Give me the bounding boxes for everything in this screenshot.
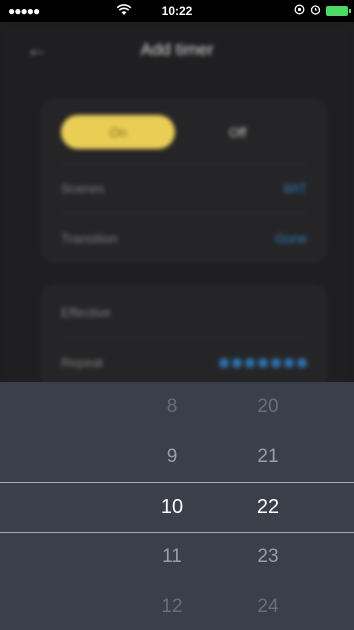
hour-option-selected[interactable]: 10	[132, 482, 212, 532]
hour-option[interactable]: 11	[132, 532, 212, 582]
scenes-value: WIT	[283, 181, 307, 196]
hour-option[interactable]: 9	[132, 432, 212, 482]
toggle-on-button[interactable]: On	[61, 115, 175, 149]
time-picker[interactable]: 8 9 10 11 12 20 21 22 23 24	[0, 382, 354, 630]
add-timer-screen: ← Add timer On Off Scenes WIT Transition…	[0, 22, 354, 406]
toggle-on-label: On	[109, 124, 127, 140]
day-dot[interactable]	[258, 357, 268, 368]
status-right	[294, 4, 351, 18]
timer-action-card: On Off Scenes WIT Transition Gone	[42, 100, 326, 262]
wifi-icon	[116, 3, 132, 20]
effective-row[interactable]: Effective	[61, 287, 307, 337]
transition-value: Gone	[275, 231, 307, 246]
location-icon	[294, 4, 305, 18]
status-time-wrap: 10:22	[162, 4, 193, 18]
day-dot[interactable]	[219, 357, 229, 368]
scenes-row[interactable]: Scenes WIT	[61, 163, 307, 213]
day-dot[interactable]	[245, 357, 255, 368]
repeat-label: Repeat	[61, 355, 103, 370]
status-bar: ●●●●● 10:22	[0, 0, 354, 22]
toggle-off-button[interactable]: Off	[229, 125, 246, 140]
hour-option[interactable]: 8	[132, 382, 212, 432]
nav-bar: ← Add timer	[0, 22, 354, 78]
scenes-label: Scenes	[61, 181, 105, 196]
status-time: 10:22	[161, 4, 193, 18]
minute-option[interactable]: 21	[228, 432, 308, 482]
transition-label: Transition	[61, 231, 118, 246]
repeat-days	[219, 357, 307, 368]
minute-wheel[interactable]: 20 21 22 23 24	[228, 382, 308, 630]
alarm-icon	[310, 4, 321, 18]
battery-icon	[326, 6, 351, 16]
day-dot[interactable]	[232, 357, 242, 368]
power-toggle: On Off	[61, 101, 307, 163]
repeat-row[interactable]: Repeat	[61, 337, 307, 387]
signal-strength: ●●●●●	[8, 4, 40, 18]
transition-row[interactable]: Transition Gone	[61, 213, 307, 263]
day-dot[interactable]	[297, 357, 307, 368]
hour-option[interactable]: 12	[132, 582, 212, 630]
minute-option[interactable]: 24	[228, 582, 308, 630]
effective-label: Effective	[61, 304, 111, 320]
minute-option[interactable]: 23	[228, 532, 308, 582]
back-arrow-icon[interactable]: ←	[26, 36, 48, 62]
minute-option-selected[interactable]: 22	[228, 482, 308, 532]
day-dot[interactable]	[271, 357, 281, 368]
page-title: Add timer	[140, 40, 214, 59]
hour-wheel[interactable]: 8 9 10 11 12	[132, 382, 212, 630]
day-dot[interactable]	[284, 357, 294, 368]
minute-option[interactable]: 20	[228, 382, 308, 432]
